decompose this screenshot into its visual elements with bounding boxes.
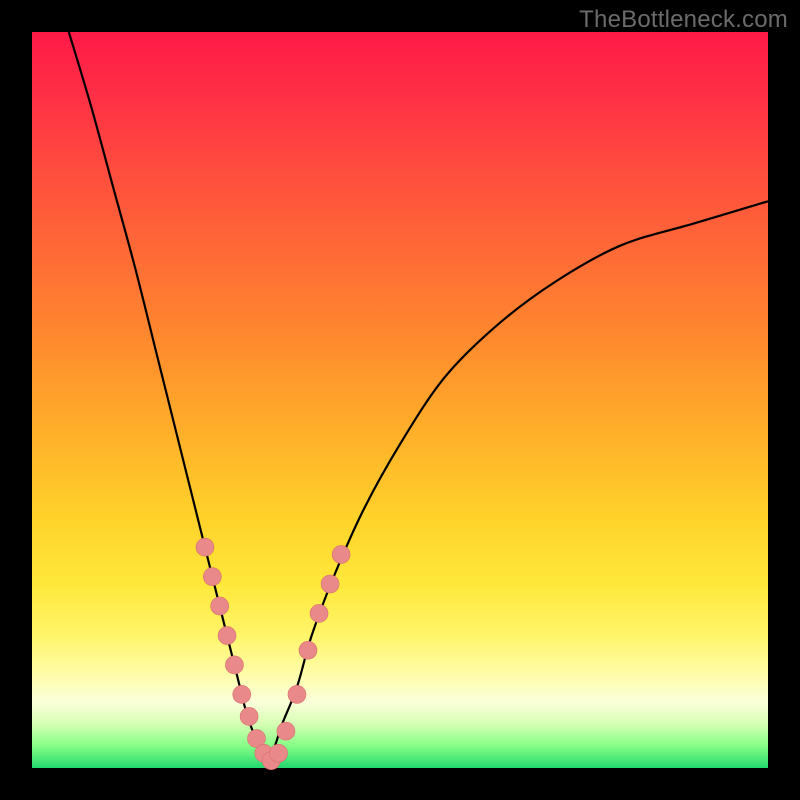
chart-svg bbox=[32, 32, 768, 768]
scatter-dots bbox=[196, 538, 350, 769]
scatter-dot bbox=[321, 575, 339, 593]
scatter-dot bbox=[240, 707, 258, 725]
scatter-dot bbox=[233, 685, 251, 703]
scatter-dot bbox=[299, 641, 317, 659]
scatter-dot bbox=[270, 744, 288, 762]
scatter-dot bbox=[196, 538, 214, 556]
scatter-dot bbox=[225, 656, 243, 674]
scatter-dot bbox=[277, 722, 295, 740]
curve-left bbox=[69, 32, 268, 761]
scatter-dot bbox=[332, 546, 350, 564]
scatter-dot bbox=[310, 604, 328, 622]
chart-frame: TheBottleneck.com bbox=[0, 0, 800, 800]
scatter-dot bbox=[203, 568, 221, 586]
scatter-dot bbox=[218, 627, 236, 645]
scatter-dot bbox=[288, 685, 306, 703]
watermark-text: TheBottleneck.com bbox=[579, 6, 788, 34]
plot-area bbox=[32, 32, 768, 768]
curve-right bbox=[268, 201, 768, 760]
scatter-dot bbox=[211, 597, 229, 615]
